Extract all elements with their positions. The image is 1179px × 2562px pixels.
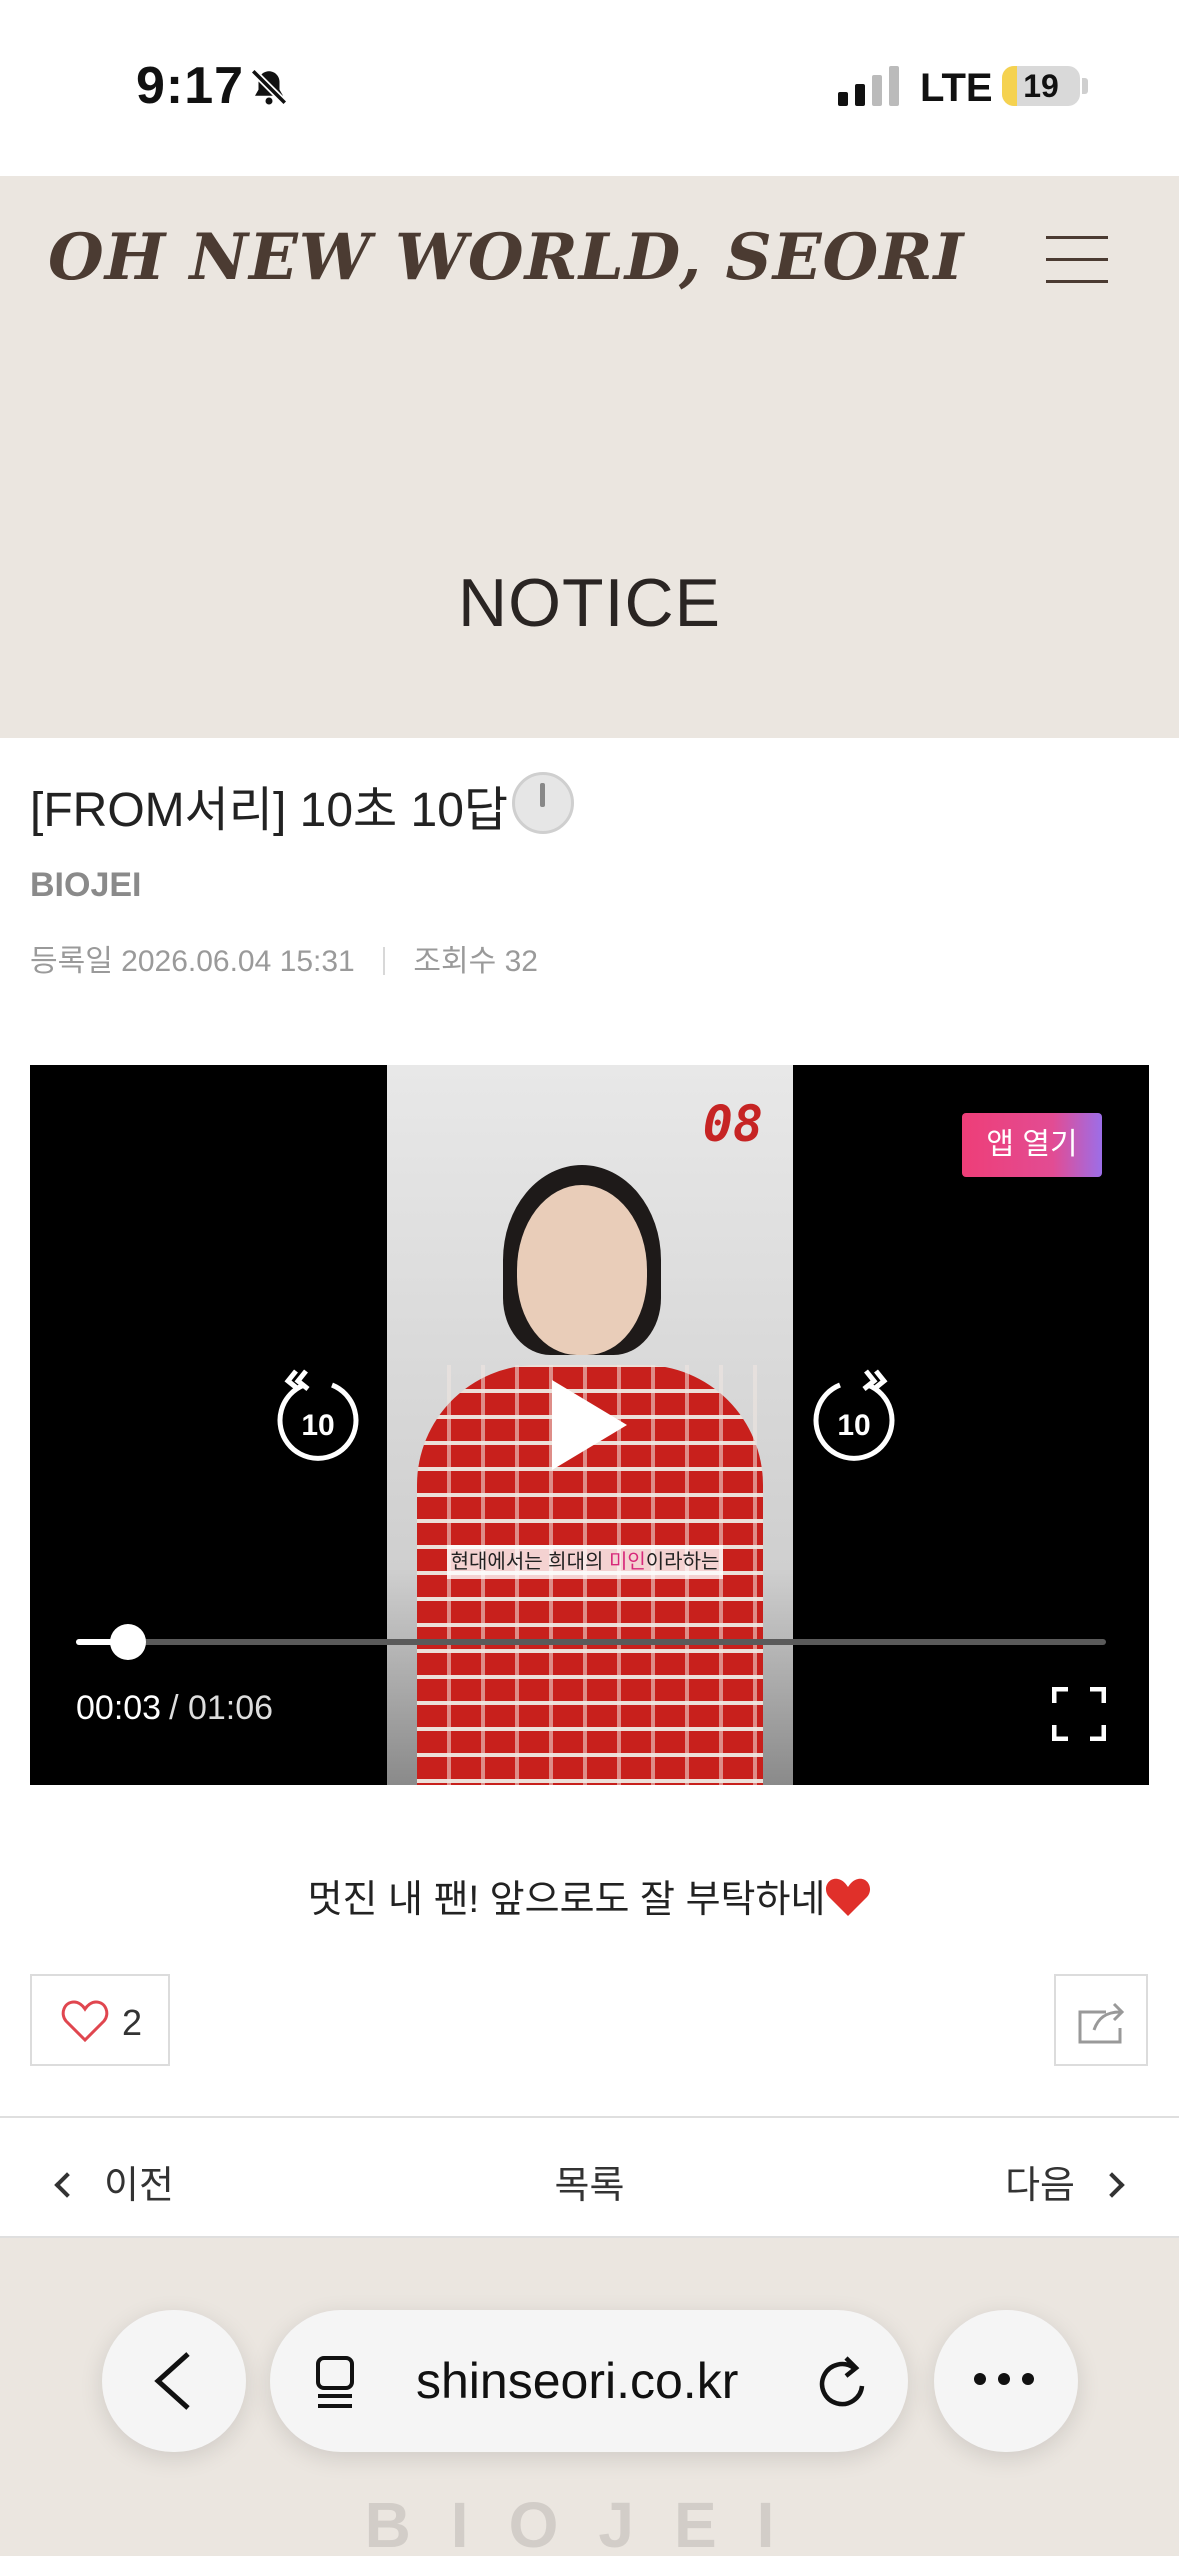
forward-10-button[interactable]: 10 <box>810 1365 898 1465</box>
person-face <box>517 1185 647 1355</box>
views-label: 조회수 <box>413 945 497 978</box>
share-button[interactable] <box>1054 1974 1148 2066</box>
video-frame-counter: 08 <box>702 1095 763 1153</box>
bell-muted-icon <box>250 68 288 106</box>
post-body-text: 멋진 내 팬! 앞으로도 잘 부탁하네 <box>307 1879 826 1921</box>
next-post-link[interactable]: 다음 <box>1005 2154 1125 2209</box>
list-link[interactable]: 목록 <box>555 2165 625 2207</box>
forward-seconds: 10 <box>837 1409 870 1442</box>
chevron-right-icon <box>1099 2172 1125 2198</box>
url-text: shinseori.co.kr <box>416 2353 739 2409</box>
tab-overview-icon <box>316 2356 354 2408</box>
rewind-seconds: 10 <box>301 1409 334 1442</box>
video-timecode: 00:03/ 01:06 <box>76 1689 273 1728</box>
subtitle-text-2: 이라하는 <box>645 1551 720 1573</box>
video-subtitle: 현대에서는 희대의 미인이라하는 <box>447 1545 723 1579</box>
address-bar[interactable]: shinseori.co.kr <box>270 2310 908 2452</box>
hamburger-menu-icon[interactable] <box>1046 236 1108 284</box>
current-time: 00:03 <box>76 1689 162 1727</box>
battery-percent: 19 <box>1023 68 1059 104</box>
browser-back-button[interactable] <box>102 2310 246 2452</box>
rewind-10-button[interactable]: 10 <box>274 1365 362 1465</box>
like-count: 2 <box>122 2002 143 2043</box>
duration: / 01:06 <box>169 1689 274 1727</box>
network-type: LTE <box>920 66 993 110</box>
post-title-text: [FROM서리] 10초 10답 <box>30 784 509 837</box>
post-pager: 이전 목록 다음 <box>0 2116 1179 2238</box>
chevron-left-icon <box>154 2352 190 2410</box>
status-time: 9:17 <box>136 57 245 115</box>
date-label: 등록일 <box>30 945 113 978</box>
progress-knob[interactable] <box>109 1624 146 1660</box>
post-meta: 등록일 2026.06.04 15:31 조회수 32 <box>30 936 538 980</box>
status-bar: 9:17 LTE 19 <box>0 0 1179 176</box>
red-heart-emoji-icon <box>826 1878 871 1916</box>
next-label: 다음 <box>1005 2165 1075 2207</box>
site-logo[interactable]: OH NEW WORLD, SEORI <box>48 220 964 295</box>
subtitle-text-1: 현대에서는 희대의 <box>450 1551 609 1573</box>
post-date: 2026.06.04 15:31 <box>121 945 355 978</box>
browser-more-button[interactable] <box>934 2310 1078 2452</box>
reload-icon[interactable] <box>818 2354 870 2410</box>
meta-divider <box>383 947 386 975</box>
rewind-icon: 10 <box>277 1369 359 1461</box>
subtitle-highlight: 미인 <box>608 1551 646 1573</box>
section-title: NOTICE <box>458 565 721 641</box>
like-button[interactable]: 2 <box>30 1974 170 2066</box>
play-icon[interactable] <box>542 1375 632 1475</box>
fullscreen-icon[interactable] <box>1052 1687 1106 1741</box>
view-count: 32 <box>504 945 538 978</box>
post-body: 멋진 내 팬! 앞으로도 잘 부탁하네 <box>0 1868 1179 1923</box>
heart-outline-icon <box>61 2000 109 2043</box>
footer-logo: BIOJEI <box>364 2489 815 2561</box>
open-app-button[interactable]: 앱 열기 <box>962 1113 1102 1177</box>
battery-icon: 19 <box>1002 66 1080 106</box>
battery-tip <box>1082 78 1088 94</box>
cellular-signal-icon <box>838 66 899 106</box>
list-link-wrap: 목록 <box>0 2154 1179 2209</box>
video-player[interactable]: 08 현대에서는 희대의 미인이라하는 앱 열기 10 10 00:03/ 01… <box>30 1065 1149 1785</box>
share-icon <box>1078 2002 1125 2044</box>
timer-emoji-icon <box>512 772 575 834</box>
post-author: BIOJEI <box>30 866 142 904</box>
post-title: [FROM서리] 10초 10답 <box>30 770 575 840</box>
more-dots-icon <box>974 2372 1046 2390</box>
forward-icon: 10 <box>813 1369 895 1461</box>
site-header: OH NEW WORLD, SEORI NOTICE <box>0 176 1179 738</box>
video-progress-bar[interactable] <box>76 1624 1106 1660</box>
